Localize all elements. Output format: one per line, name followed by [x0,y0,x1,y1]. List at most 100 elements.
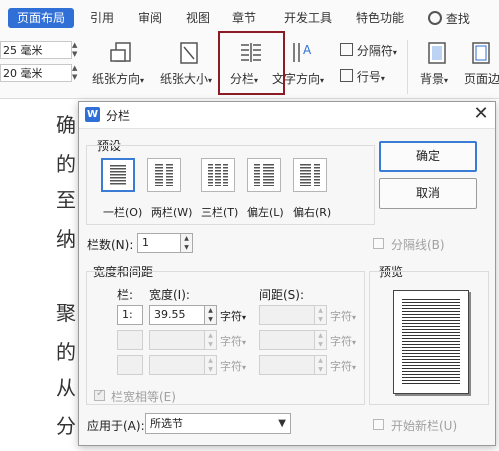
new-column-checkbox[interactable] [373,419,384,430]
three-columns-icon [201,158,235,192]
breaks-button[interactable]: 分隔符▾ [340,42,397,59]
paper-size-icon [180,42,198,64]
apply-to-select[interactable]: 所选节 ▼ [145,413,291,434]
column-index: 1: [117,305,143,325]
separator-label: 分隔线(B) [391,238,445,252]
text-direction-button[interactable]: A 文字方向▾ [272,40,342,94]
width-unit-label: 字符 [220,310,242,323]
breaks-label: 分隔符 [356,44,393,58]
line-numbers-button[interactable]: 行号▾ [340,68,385,85]
dialog-titlebar[interactable]: W 分栏 ✕ [79,102,495,129]
chevron-down-icon: ▼ [278,418,286,429]
width-spinner[interactable]: ▲ ▼ [205,305,217,325]
svg-text:A: A [303,43,312,57]
line-numbers-label: 行号 [356,70,381,84]
doc-line: 从 [56,376,76,400]
margin-top-input[interactable]: 25 毫米 [0,41,72,59]
preset-label: 两栏(W) [151,206,193,219]
preset-three-columns[interactable] [201,158,235,192]
tab-special[interactable]: 特色功能 [350,8,410,28]
width-spinner: ▲ ▼ [205,330,217,350]
doc-line: 至 [56,188,76,212]
doc-line: 的 [56,152,76,176]
orientation-icon [110,42,131,62]
paper-size-button[interactable]: 纸张大小▾ [160,40,218,94]
preset-label: 偏左(L) [247,206,284,219]
column-index [117,355,143,375]
width-unit-dropdown[interactable]: 字符▾ [220,308,246,324]
doc-line: 分 [56,414,76,438]
spacing-header: 间距(S): [259,288,305,302]
preset-left[interactable] [247,158,281,192]
new-column-label: 开始新栏(U) [391,419,458,433]
separator-checkbox[interactable] [373,238,384,249]
close-icon[interactable]: ✕ [471,104,491,124]
page-border-icon [472,42,490,64]
spacing-spinner: ▲ ▼ [315,330,327,350]
num-columns-label: 栏数(N): [87,238,134,252]
orientation-label: 纸张方向 [92,72,141,86]
margin-top-spinner[interactable]: ▲ ▼ [72,41,80,59]
spacing-unit-dropdown: 字符▾ [330,360,357,373]
col-header: 栏: [117,288,134,302]
line-numbers-icon [340,69,353,82]
breaks-icon [340,43,353,56]
spacing-unit-label: 字符 [330,360,352,373]
orientation-button[interactable]: 纸张方向▾ [92,40,150,94]
spacing-unit-label: 字符 [330,335,352,348]
right-column-icon [293,158,327,192]
text-direction-icon: A [293,43,312,62]
spacing-input [259,305,315,325]
spacing-unit-dropdown: 字符▾ [330,335,357,348]
dialog-title: 分栏 [106,109,131,123]
width-input [149,330,205,350]
page-border-label: 页面边 [464,72,499,86]
page-border-button[interactable]: 页面边 [464,40,499,94]
num-columns-spinner[interactable]: ▲ ▼ [181,233,193,253]
search-label: 查找 [445,12,470,26]
num-columns-input[interactable]: 1 [137,233,181,253]
spacing-input [259,355,315,375]
width-unit-dropdown: 字符▾ [220,360,247,373]
width-spinner: ▲ ▼ [205,355,217,375]
search-icon [428,11,442,25]
tab-view[interactable]: 视图 [180,8,216,28]
width-unit-dropdown: 字符▾ [220,335,247,348]
background-button[interactable]: 背景▾ [418,40,458,94]
margin-bottom-spinner[interactable]: ▲ ▼ [72,64,80,82]
preset-label: 三栏(T) [201,206,239,219]
width-header: 宽度(I): [149,288,190,302]
preset-right[interactable] [293,158,327,192]
one-column-icon [101,158,135,192]
tab-page-layout[interactable]: 页面布局 [8,8,74,28]
preset-two-columns[interactable] [147,158,181,192]
ribbon-divider [407,40,408,94]
equal-width-label: 栏宽相等(E) [111,390,176,404]
preset-label: 偏右(R) [293,206,332,219]
preview-lines [402,299,460,385]
apply-to-value: 所选节 [150,417,183,430]
doc-line: 纳 [56,227,76,251]
doc-line: 确 [56,113,76,137]
preset-label: 一栏(O) [103,206,143,219]
margin-bottom-input[interactable]: 20 毫米 [0,64,72,82]
doc-line: 聚 [56,301,76,325]
tab-references[interactable]: 引用 [84,8,120,28]
check-icon: ✓ [96,388,105,399]
equal-width-checkbox: ✓ [94,388,105,401]
tab-chapter[interactable]: 章节 [226,8,262,28]
search-button[interactable]: 查找 [428,9,470,29]
preset-one-column[interactable] [101,158,135,192]
width-input[interactable]: 39.55 [149,305,205,325]
background-label: 背景 [420,72,445,86]
tab-review[interactable]: 审阅 [132,8,168,28]
left-column-icon [247,158,281,192]
tab-developer[interactable]: 开发工具 [278,8,338,28]
ok-button[interactable]: 确定 [379,141,477,172]
background-icon [428,42,446,64]
preview-page [393,290,469,394]
doc-line: 的 [56,340,76,364]
cancel-button[interactable]: 取消 [379,178,477,209]
width-unit-label: 字符 [220,360,242,373]
spacing-spinner: ▲ ▼ [315,305,327,325]
